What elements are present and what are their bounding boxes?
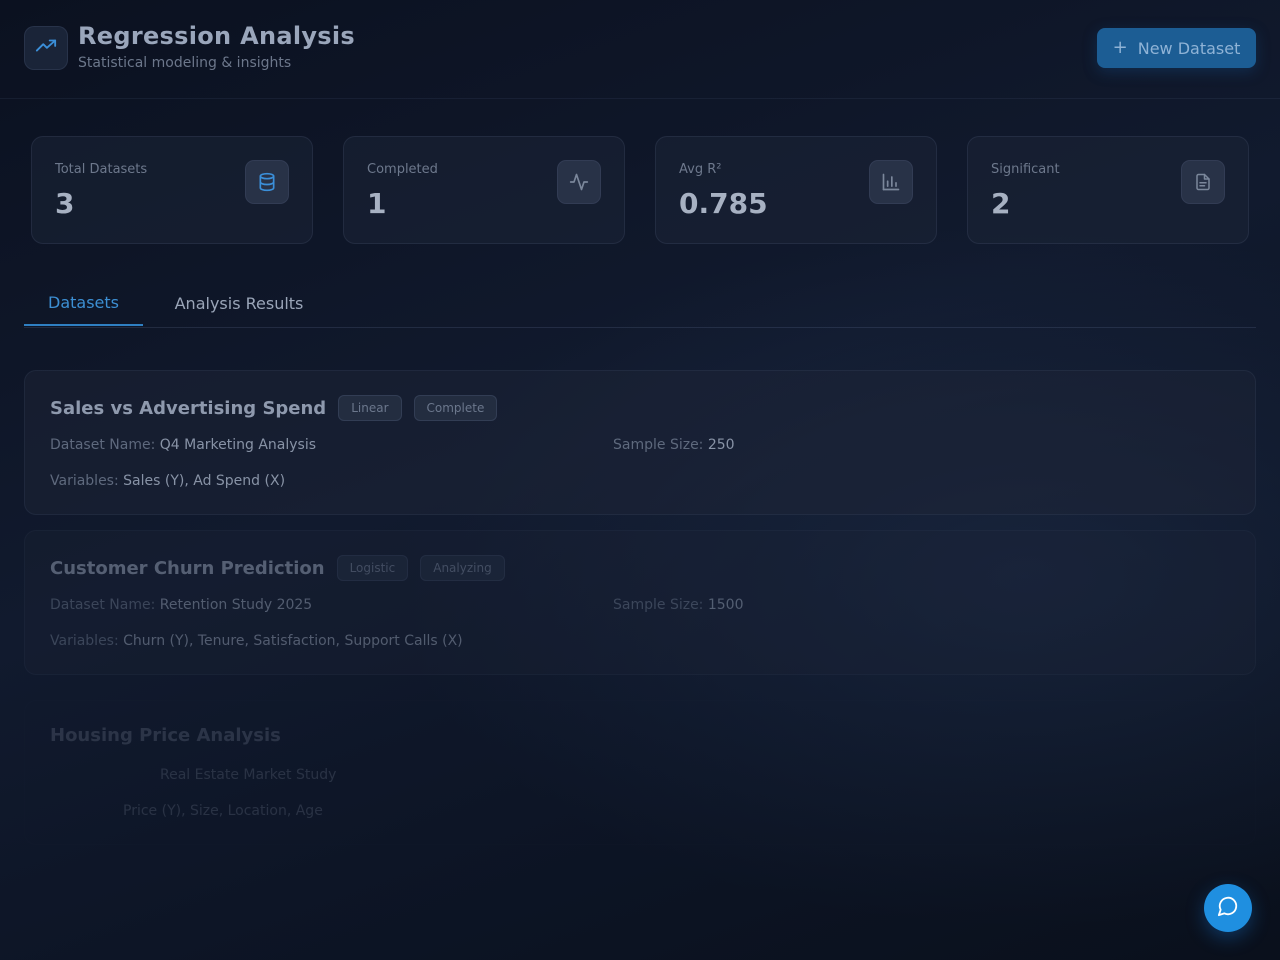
stat-value: 1 [367,187,387,220]
stat-label: Avg R² [679,162,722,177]
status-badge: Analyzing [420,555,505,581]
plus-icon: + [1112,37,1128,58]
app-logo [24,26,68,70]
stat-value: 0.785 [679,187,768,220]
stat-label: Completed [367,162,438,177]
activity-icon [557,160,601,204]
dataset-title-row: Housing Price Analysis [50,725,281,746]
dataset-name-value: Q4 Marketing Analysis [159,437,317,453]
sample-size-value: 250 [707,437,735,453]
dataset-card[interactable]: Customer Churn Prediction Logistic Analy… [24,530,1256,675]
dataset-title: Sales vs Advertising Spend [50,397,327,419]
sample-size-field: Sample Size: 1500 [613,597,744,613]
dataset-name-value: Retention Study 2025 [159,597,313,613]
variables-value: Sales (Y), Ad Spend (X) [123,473,286,489]
stat-label: Total Datasets [55,162,148,177]
bar-chart-icon [869,160,913,204]
stat-card-completed: Completed 1 [343,136,625,244]
trending-up-icon [35,35,57,61]
stat-card-total-datasets: Total Datasets 3 [31,136,313,244]
app-header: Regression Analysis Statistical modeling… [0,0,1280,99]
dataset-name-field: Dataset Name: Q4 Marketing Analysis [50,437,316,453]
dataset-name-field: Dataset Name: Retention Study 2025 [50,597,312,613]
variables-field: Variables: Sales (Y), Ad Spend (X) [50,473,285,489]
new-dataset-button[interactable]: + New Dataset [1097,28,1256,68]
type-badge: Linear [338,395,402,421]
page-title: Regression Analysis [78,22,356,50]
tab-bar: Datasets Analysis Results [24,280,1256,328]
status-badge: Complete [413,395,498,421]
stat-card-significant: Significant 2 [967,136,1249,244]
page: Regression Analysis Statistical modeling… [0,0,1280,960]
variables-value: Churn (Y), Tenure, Satisfaction, Support… [123,633,463,649]
tab-datasets[interactable]: Datasets [24,280,143,326]
new-dataset-label: New Dataset [1137,38,1241,58]
sample-size-label: Sample Size: [613,437,704,453]
sample-size-value: 1500 [707,597,744,613]
dataset-title-row: Sales vs Advertising Spend Linear Comple… [50,395,498,421]
dataset-title: Customer Churn Prediction [50,557,325,579]
stat-card-avg-r2: Avg R² 0.785 [655,136,937,244]
type-badge: Logistic [336,555,409,581]
stat-value: 2 [991,187,1011,220]
dataset-card[interactable]: Sales vs Advertising Spend Linear Comple… [24,370,1256,515]
dataset-name-label: Dataset Name: [50,597,156,613]
dataset-name-label: Dataset Name: [50,437,156,453]
sample-size-label: Sample Size: [613,597,704,613]
variables-value: Price (Y), Size, Location, Age [123,803,323,819]
sample-size-field: Sample Size: 250 [613,437,735,453]
database-icon [245,160,289,204]
dataset-title: Housing Price Analysis [50,725,281,746]
dataset-card[interactable]: Housing Price Analysis Real Estate Marke… [24,700,1256,845]
chat-button[interactable] [1204,884,1252,932]
dataset-name-value: Real Estate Market Study [160,767,337,783]
file-text-icon [1181,160,1225,204]
variables-label: Variables: [50,473,119,489]
stat-value: 3 [55,187,75,220]
variables-field: Price (Y), Size, Location, Age [123,803,323,819]
page-subtitle: Statistical modeling & insights [78,55,292,71]
chat-bubble-icon [1217,895,1239,921]
stat-label: Significant [991,162,1060,177]
dataset-title-row: Customer Churn Prediction Logistic Analy… [50,555,505,581]
tab-analysis-results[interactable]: Analysis Results [167,280,311,326]
variables-field: Variables: Churn (Y), Tenure, Satisfacti… [50,633,463,649]
dataset-name-field: Real Estate Market Study [160,767,336,783]
variables-label: Variables: [50,633,119,649]
